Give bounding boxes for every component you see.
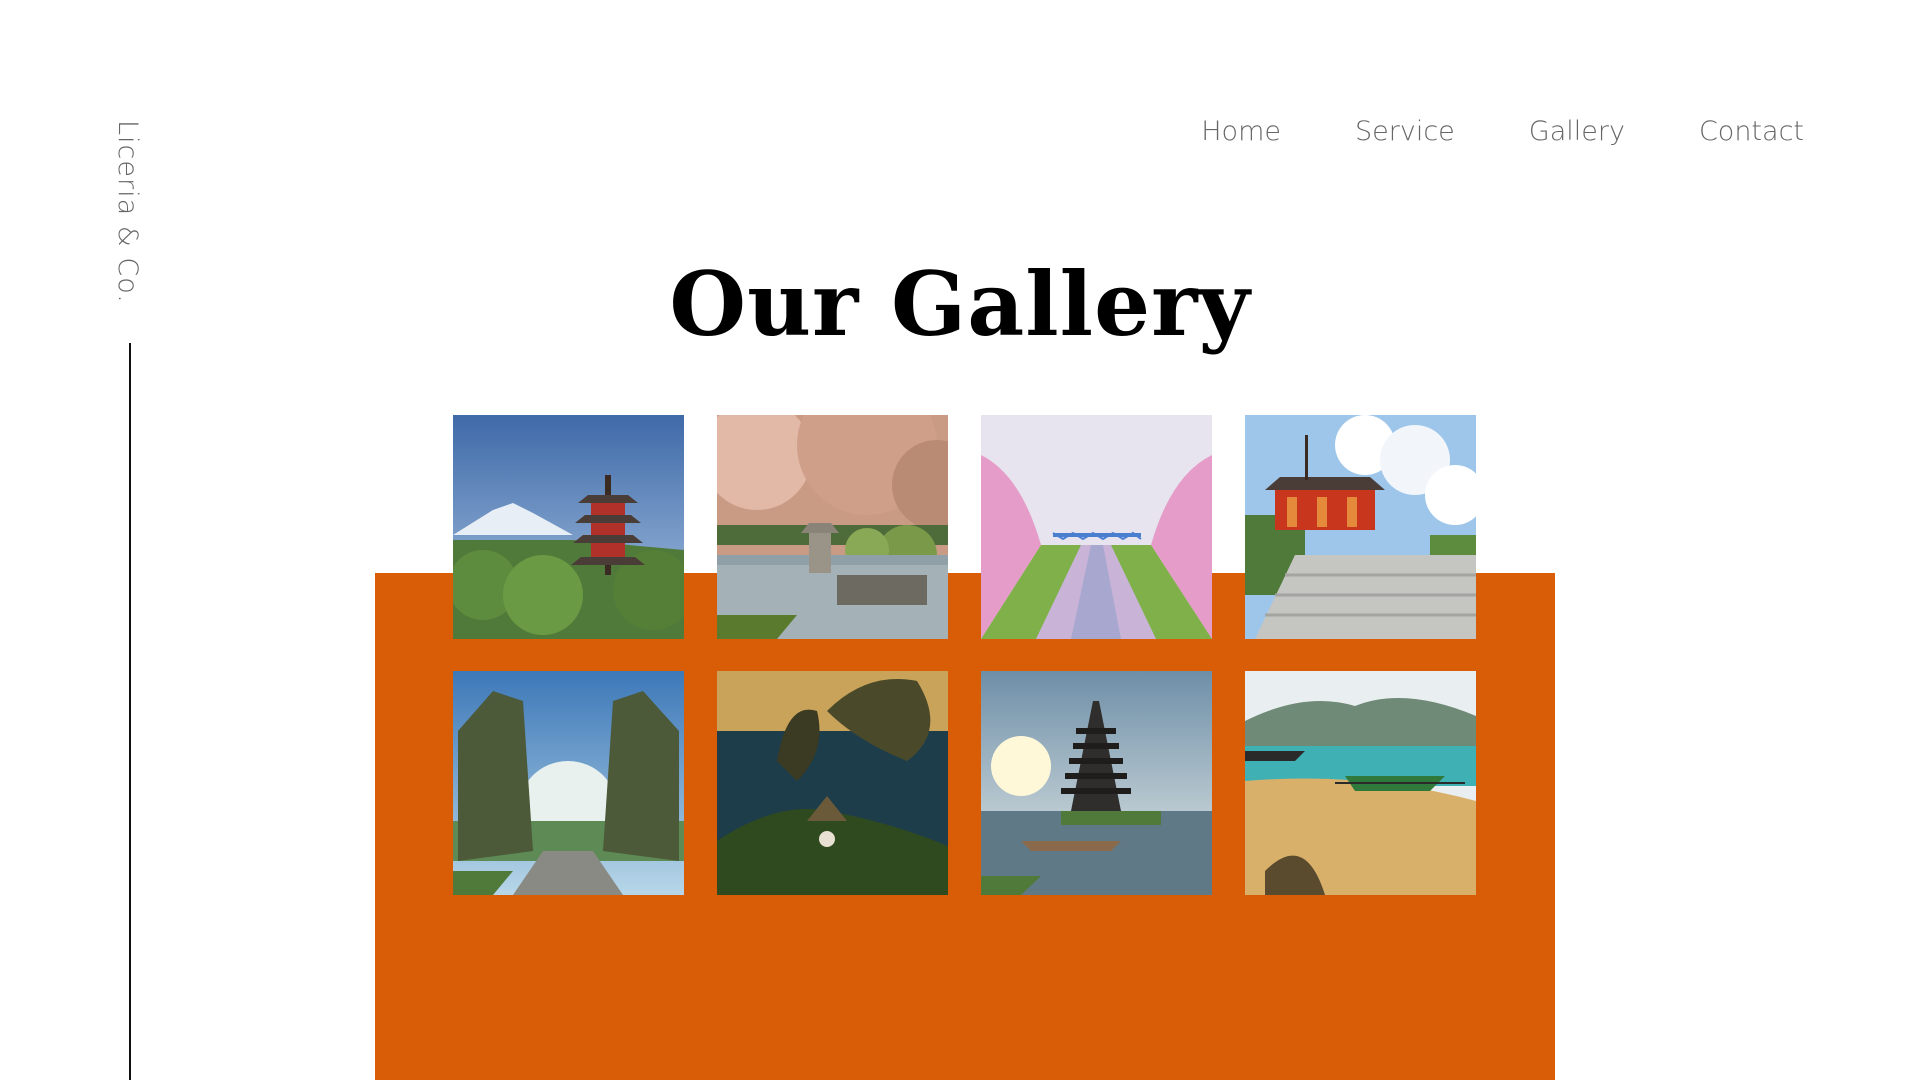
beach-boat-photo [1245,671,1476,895]
gallery-photo-cherry-garden[interactable] [717,415,948,639]
nav-contact-link[interactable]: Contact [1699,116,1804,147]
pagoda-mount-fuji-photo [453,415,684,639]
gallery-photo-beach-boat[interactable] [1245,671,1476,895]
main-nav: Home Service Gallery Contact [1201,116,1804,147]
lake-water-temple-photo [981,671,1212,895]
page-title: Our Gallery [669,252,1251,356]
cherry-blossom-river-bridge-photo [981,415,1212,639]
coastal-cliffs-photo [717,671,948,895]
cherry-blossom-garden-pond-photo [717,415,948,639]
gallery-photo-red-temple[interactable] [1245,415,1476,639]
vertical-divider [129,343,131,1080]
gallery-photo-pagoda-mount-fuji[interactable] [453,415,684,639]
gallery-photo-water-temple[interactable] [981,671,1212,895]
nav-gallery-link[interactable]: Gallery [1529,116,1625,147]
nav-home-link[interactable]: Home [1201,116,1281,147]
nav-service-link[interactable]: Service [1355,116,1455,147]
bali-split-gate-photo [453,671,684,895]
gallery-photo-coastal-cliffs[interactable] [717,671,948,895]
gallery-photo-cherry-river[interactable] [981,415,1212,639]
gallery-grid [453,415,1476,895]
red-temple-stairs-photo [1245,415,1476,639]
gallery-photo-bali-gate[interactable] [453,671,684,895]
